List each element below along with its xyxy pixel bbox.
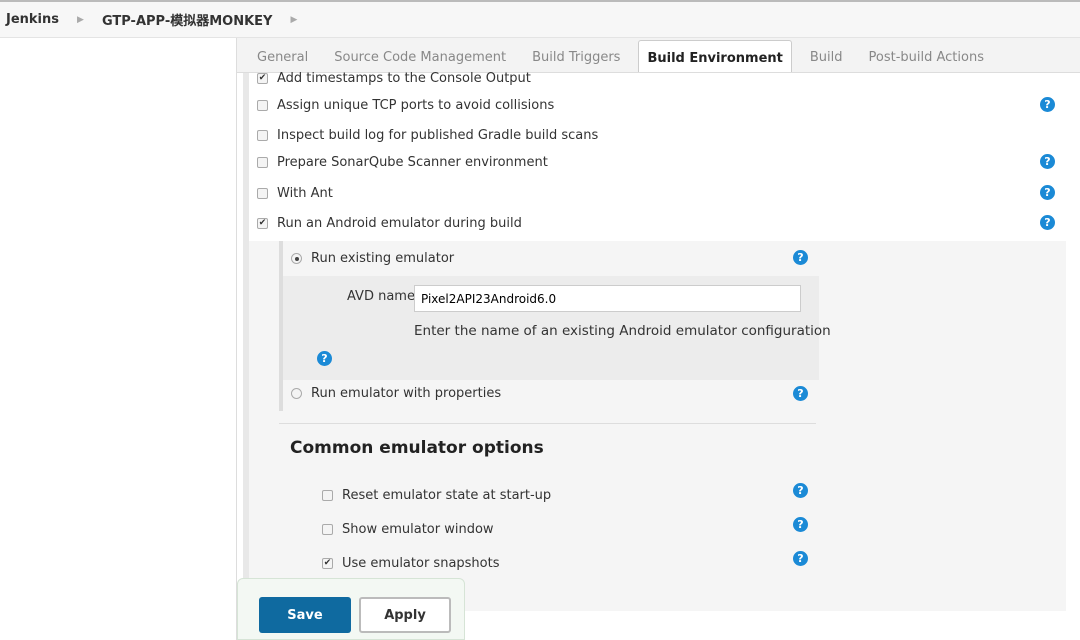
apply-button[interactable]: Apply — [359, 597, 451, 633]
option-gradle-scans[interactable]: Inspect build log for published Gradle b… — [257, 128, 598, 143]
help-icon[interactable]: ? — [793, 483, 808, 498]
option-label: Show emulator window — [342, 522, 494, 537]
tab-build[interactable]: Build — [802, 40, 851, 72]
option-label: Reset emulator state at start-up — [342, 488, 552, 503]
help-icon[interactable]: ? — [793, 386, 808, 401]
save-button[interactable]: Save — [259, 597, 351, 633]
option-tcp-ports[interactable]: Assign unique TCP ports to avoid collisi… — [257, 98, 554, 113]
avd-label: AVD name — [347, 289, 415, 304]
radio-label: Run emulator with properties — [311, 386, 502, 401]
tab-build-triggers[interactable]: Build Triggers — [524, 40, 628, 72]
chevron-right-icon[interactable]: ▶ — [77, 15, 84, 25]
checkbox[interactable]: ✔ — [322, 558, 333, 569]
tab-general[interactable]: General — [249, 40, 316, 72]
checkbox[interactable] — [322, 524, 333, 535]
radio-label: Run existing emulator — [311, 251, 455, 266]
checkbox[interactable] — [257, 188, 268, 199]
help-icon[interactable]: ? — [1040, 185, 1055, 200]
breadcrumb-jenkins[interactable]: Jenkins — [6, 12, 59, 27]
option-reset-state[interactable]: Reset emulator state at start-up — [322, 488, 551, 503]
help-icon[interactable]: ? — [1040, 97, 1055, 112]
option-android-emulator[interactable]: ✔ Run an Android emulator during build — [257, 216, 522, 231]
help-icon[interactable]: ? — [1040, 215, 1055, 230]
option-snapshots[interactable]: ✔ Use emulator snapshots — [322, 556, 500, 571]
radio[interactable] — [291, 388, 302, 399]
tab-scm[interactable]: Source Code Management — [326, 40, 514, 72]
help-icon[interactable]: ? — [793, 551, 808, 566]
option-timestamps[interactable]: ✔ Add timestamps to the Console Output — [257, 71, 531, 86]
option-label: Assign unique TCP ports to avoid collisi… — [277, 98, 555, 113]
radio-run-properties[interactable]: Run emulator with properties — [291, 386, 501, 401]
option-show-window[interactable]: Show emulator window — [322, 522, 494, 537]
help-icon[interactable]: ? — [317, 351, 332, 366]
help-icon[interactable]: ? — [793, 250, 808, 265]
option-ant[interactable]: With Ant — [257, 186, 333, 201]
tab-post-build[interactable]: Post-build Actions — [861, 40, 992, 72]
help-icon[interactable]: ? — [793, 517, 808, 532]
checkbox[interactable] — [257, 100, 268, 111]
checkbox[interactable]: ✔ — [257, 218, 268, 229]
checkbox[interactable] — [257, 130, 268, 141]
help-icon[interactable]: ? — [1040, 154, 1055, 169]
checkbox[interactable]: ✔ — [257, 73, 268, 84]
checkbox[interactable] — [257, 157, 268, 168]
chevron-right-icon[interactable]: ▶ — [290, 15, 297, 25]
tab-build-environment[interactable]: Build Environment — [638, 40, 792, 72]
breadcrumb-job[interactable]: GTP-APP-模拟器MONKEY — [102, 10, 273, 29]
avd-name-input[interactable] — [414, 285, 801, 312]
option-label: Add timestamps to the Console Output — [277, 71, 531, 86]
option-label: Run an Android emulator during build — [277, 216, 522, 231]
divider — [279, 423, 816, 424]
option-sonarqube[interactable]: Prepare SonarQube Scanner environment — [257, 155, 548, 170]
radio-run-existing[interactable]: Run existing emulator — [291, 251, 454, 266]
option-label: With Ant — [277, 186, 333, 201]
option-label: Use emulator snapshots — [342, 556, 500, 571]
avd-hint: Enter the name of an existing Android em… — [414, 323, 831, 339]
option-label: Inspect build log for published Gradle b… — [277, 128, 599, 143]
radio[interactable] — [291, 253, 302, 264]
option-label: Prepare SonarQube Scanner environment — [277, 155, 548, 170]
config-panel: General Source Code Management Build Tri… — [236, 38, 1080, 640]
common-options-heading: Common emulator options — [290, 438, 544, 458]
checkbox[interactable] — [322, 490, 333, 501]
config-tabs: General Source Code Management Build Tri… — [237, 38, 1080, 73]
breadcrumb: Jenkins ▶ GTP-APP-模拟器MONKEY ▶ — [0, 0, 1080, 38]
